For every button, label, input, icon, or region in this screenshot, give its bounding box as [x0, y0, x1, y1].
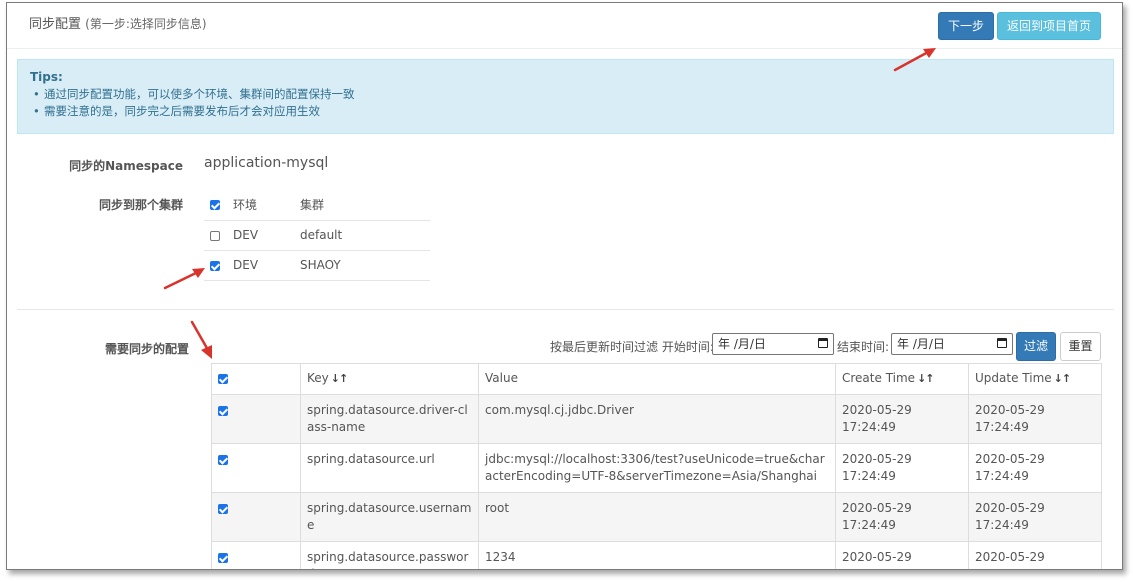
- create-time-column-label: Create Time: [842, 371, 916, 385]
- cluster-env: DEV: [233, 220, 300, 251]
- config-update-time: 2020-05-29 17:24:49: [968, 541, 1102, 569]
- config-row-checkbox[interactable]: [218, 454, 228, 465]
- select-all-configs-checkbox[interactable]: [218, 373, 228, 384]
- reset-button[interactable]: 重置: [1060, 332, 1101, 361]
- annotation-arrow: [190, 320, 212, 359]
- calendar-icon[interactable]: [818, 338, 828, 348]
- sort-icon[interactable]: ↓↑: [331, 372, 348, 385]
- config-key: spring.datasource.url: [300, 443, 479, 493]
- calendar-icon[interactable]: [997, 338, 1007, 348]
- namespace-value: application-mysql: [204, 155, 329, 171]
- update-time-column-label: Update Time: [975, 371, 1052, 385]
- key-column-label: Key: [307, 371, 329, 385]
- config-key: spring.datasource.password: [300, 541, 479, 569]
- target-cluster-label: 同步到那个集群: [98, 198, 183, 212]
- config-key: spring.datasource.username: [300, 492, 479, 542]
- config-value: com.mysql.cj.jdbc.Driver: [478, 394, 836, 444]
- cluster-name: default: [300, 220, 430, 251]
- cluster-row[interactable]: DEV SHAOY: [204, 250, 430, 281]
- annotation-arrow: [163, 268, 205, 290]
- key-column-header[interactable]: Key ↓↑: [300, 363, 479, 395]
- cluster-checkbox-default[interactable]: [210, 230, 220, 241]
- config-update-time: 2020-05-29 17:24:49: [968, 394, 1102, 444]
- tips-alert: Tips: 通过同步配置功能，可以使多个环境、集群间的配置保持一致 需要注意的是…: [17, 59, 1114, 134]
- namespace-label: 同步的Namespace: [69, 159, 183, 173]
- select-all-clusters-checkbox[interactable]: [210, 200, 220, 211]
- config-row-checkbox[interactable]: [218, 552, 228, 563]
- tip-item: 需要注意的是，同步完之后需要发布后才会对应用生效: [33, 103, 1101, 120]
- create-time-column-header[interactable]: Create Time ↓↑: [835, 363, 969, 395]
- end-date-placeholder: 年 /月/日: [897, 337, 945, 351]
- config-row[interactable]: spring.datasource.url jdbc:mysql://local…: [211, 443, 1102, 493]
- config-update-time: 2020-05-29 17:24:49: [968, 492, 1102, 542]
- config-value: root: [478, 492, 836, 542]
- start-date-placeholder: 年 /月/日: [718, 337, 766, 351]
- config-row[interactable]: spring.datasource.password 1234 2020-05-…: [211, 541, 1102, 569]
- cluster-row[interactable]: DEV default: [204, 220, 430, 251]
- filter-button[interactable]: 过滤: [1016, 332, 1056, 361]
- update-time-column-header[interactable]: Update Time ↓↑: [968, 363, 1102, 395]
- page-title-text: 同步配置: [29, 17, 82, 32]
- env-column-header: 环境: [233, 190, 300, 221]
- cluster-name: SHAOY: [300, 250, 430, 281]
- configs-label: 需要同步的配置: [104, 342, 189, 356]
- section-divider: [17, 309, 1114, 310]
- config-create-time: 2020-05-29 17:24:49: [835, 541, 969, 569]
- page-header: 同步配置 (第一步:选择同步信息) 下一步 返回到项目首页: [7, 3, 1122, 49]
- config-row-checkbox[interactable]: [218, 405, 228, 416]
- cluster-table-header: 环境 集群: [204, 190, 430, 221]
- filter-end-label: 结束时间:: [837, 340, 890, 354]
- start-date-input[interactable]: 年 /月/日: [712, 333, 834, 355]
- sort-icon[interactable]: ↓↑: [1054, 372, 1071, 385]
- sort-icon[interactable]: ↓↑: [917, 372, 934, 385]
- config-value: jdbc:mysql://localhost:3306/test?useUnic…: [478, 443, 836, 493]
- back-to-project-button[interactable]: 返回到项目首页: [997, 12, 1101, 40]
- filter-start-label: 按最后更新时间过滤 开始时间:: [550, 340, 714, 354]
- config-create-time: 2020-05-29 17:24:49: [835, 394, 969, 444]
- config-key: spring.datasource.driver-class-name: [300, 394, 479, 444]
- value-column-header: Value: [478, 363, 836, 395]
- config-create-time: 2020-05-29 17:24:49: [835, 443, 969, 493]
- annotation-arrow: [893, 48, 936, 72]
- cluster-env: DEV: [233, 250, 300, 281]
- config-row[interactable]: spring.datasource.driver-class-name com.…: [211, 394, 1102, 444]
- page-title: 同步配置 (第一步:选择同步信息): [29, 13, 207, 32]
- config-value: 1234: [478, 541, 836, 569]
- config-table: Key ↓↑ Value Create Time ↓↑ Update Time ↓↑ …: [211, 363, 1102, 569]
- config-create-time: 2020-05-29 17:24:49: [835, 492, 969, 542]
- next-step-button[interactable]: 下一步: [938, 12, 994, 40]
- tip-item: 通过同步配置功能，可以使多个环境、集群间的配置保持一致: [33, 86, 1101, 103]
- end-date-input[interactable]: 年 /月/日: [891, 333, 1013, 355]
- cluster-table: 环境 集群 DEV default DEV SHAOY: [204, 190, 430, 281]
- page-subtitle: (第一步:选择同步信息): [85, 17, 207, 31]
- config-update-time: 2020-05-29 17:24:49: [968, 443, 1102, 493]
- config-table-header: Key ↓↑ Value Create Time ↓↑ Update Time ↓↑: [211, 363, 1102, 395]
- cluster-column-header: 集群: [300, 190, 430, 221]
- config-row[interactable]: spring.datasource.username root 2020-05-…: [211, 492, 1102, 542]
- config-row-checkbox[interactable]: [218, 503, 228, 514]
- sync-config-panel: 同步配置 (第一步:选择同步信息) 下一步 返回到项目首页 Tips: 通过同步…: [6, 2, 1123, 570]
- tips-list: 通过同步配置功能，可以使多个环境、集群间的配置保持一致 需要注意的是，同步完之后…: [30, 86, 1101, 120]
